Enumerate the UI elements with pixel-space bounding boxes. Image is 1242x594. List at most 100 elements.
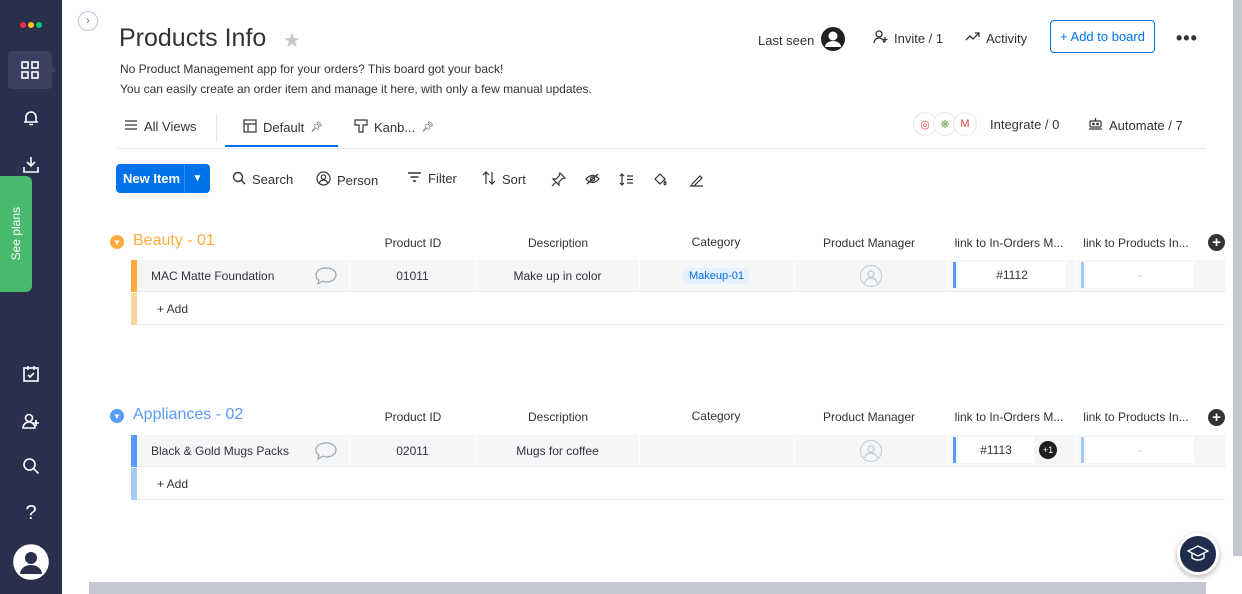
favorite-star-icon[interactable]: ★: [283, 28, 301, 53]
user-avatar-icon[interactable]: [12, 543, 50, 581]
column-header-description[interactable]: Description: [478, 236, 638, 250]
tab-default[interactable]: Default 📌︎: [243, 119, 323, 136]
column-header-product-id[interactable]: Product ID: [353, 410, 473, 424]
column-header-product-manager[interactable]: Product Manager: [794, 236, 944, 250]
product-id-cell[interactable]: 01011: [349, 260, 475, 291]
linked-item-empty[interactable]: -: [1086, 437, 1194, 463]
product-manager-cell[interactable]: [794, 435, 946, 466]
category-cell[interactable]: Makeup-01: [639, 260, 793, 291]
group-collapse-icon[interactable]: ▼: [110, 409, 124, 423]
category-tag[interactable]: Makeup-01: [682, 267, 751, 284]
search-label: Search: [252, 172, 294, 187]
add-column-plus-icon[interactable]: +: [1208, 409, 1225, 426]
linked-item-label[interactable]: #1112: [958, 262, 1066, 288]
more-options-icon[interactable]: •••: [1176, 28, 1198, 49]
new-item-label: New Item: [123, 171, 181, 186]
linked-item-empty[interactable]: -: [1086, 262, 1194, 288]
comment-bubble-icon[interactable]: [303, 260, 348, 291]
invite-button[interactable]: Invite / 1: [873, 29, 943, 47]
vertical-scrollbar[interactable]: [1233, 0, 1242, 556]
linked-item-label[interactable]: #1113: [958, 437, 1034, 463]
gmail-icon: M: [953, 112, 977, 136]
format-pen-icon[interactable]: [688, 171, 704, 187]
link-bar: [1081, 437, 1084, 463]
link-bar: [953, 437, 956, 463]
color-fill-bucket-icon[interactable]: [652, 171, 668, 187]
board-title[interactable]: Products Info: [119, 24, 266, 53]
column-header-link-products[interactable]: link to Products In...: [1074, 236, 1198, 250]
column-header-description[interactable]: Description: [478, 410, 638, 424]
link-in-orders-cell[interactable]: #1113 +1: [947, 435, 1075, 466]
bell-icon[interactable]: [16, 103, 46, 133]
comment-bubble-icon[interactable]: [303, 435, 348, 466]
activity-button[interactable]: Activity: [965, 29, 1027, 47]
column-header-link-products[interactable]: link to Products In...: [1074, 410, 1198, 424]
left-rail: See plans ?: [0, 0, 62, 594]
tab-kanban[interactable]: Kanb... 📌︎: [354, 119, 434, 136]
link-products-cell[interactable]: -: [1076, 435, 1200, 466]
person-label: Person: [337, 172, 379, 188]
monday-logo-icon[interactable]: [16, 6, 46, 36]
column-header-category[interactable]: Category: [640, 235, 792, 249]
new-item-button[interactable]: New Item ▼: [116, 164, 210, 193]
link-products-cell[interactable]: -: [1076, 260, 1200, 291]
table-icon: [243, 119, 257, 136]
chevron-down-icon[interactable]: ▼: [184, 164, 210, 193]
column-header-category[interactable]: Category: [640, 409, 792, 423]
add-item-label[interactable]: + Add: [157, 477, 188, 491]
automate-button[interactable]: Automate / 7: [1088, 117, 1183, 133]
filter-label: Filter: [428, 171, 457, 186]
column-header-product-id[interactable]: Product ID: [353, 236, 473, 250]
group-title-appliances[interactable]: Appliances - 02: [133, 406, 243, 424]
hide-columns-eye-icon[interactable]: [584, 171, 600, 187]
workspace-icon[interactable]: [8, 51, 56, 89]
last-seen[interactable]: Last seen: [758, 26, 846, 55]
pin-columns-icon[interactable]: [550, 171, 566, 187]
product-manager-cell[interactable]: [794, 260, 946, 291]
tab-all-views[interactable]: All Views: [124, 119, 197, 134]
table-row[interactable]: MAC Matte Foundation 01011 Make up in co…: [131, 260, 1225, 292]
more-links-badge[interactable]: +1: [1039, 441, 1057, 459]
category-cell[interactable]: [639, 435, 793, 466]
integrate-button[interactable]: Integrate / 0: [990, 117, 1059, 132]
collapse-sidebar-button[interactable]: ›: [78, 11, 98, 31]
product-id-cell[interactable]: 02011: [349, 435, 475, 466]
column-header-link-in-orders[interactable]: link to In-Orders M...: [946, 410, 1072, 424]
description-cell[interactable]: Mugs for coffee: [476, 435, 638, 466]
board-description-line-1: No Product Management app for your order…: [120, 62, 504, 76]
search-icon[interactable]: [16, 451, 46, 481]
person-filter-button[interactable]: Person: [316, 171, 378, 189]
add-item-row[interactable]: + Add: [131, 468, 1225, 500]
add-item-label[interactable]: + Add: [157, 302, 188, 316]
table-row[interactable]: Black & Gold Mugs Packs 02011 Mugs for c…: [131, 435, 1225, 467]
add-to-board-button[interactable]: + Add to board: [1050, 20, 1155, 53]
search-button[interactable]: Search: [232, 171, 293, 188]
pin-icon: 📌︎: [421, 122, 434, 133]
calendar-check-icon[interactable]: [16, 359, 46, 389]
group-color-bar: [131, 468, 137, 500]
person-placeholder-icon: [859, 439, 882, 462]
invite-members-icon[interactable]: [16, 406, 46, 436]
group-title-beauty[interactable]: Beauty - 01: [133, 232, 215, 250]
filter-button[interactable]: Filter: [407, 171, 457, 186]
activity-label: Activity: [986, 30, 1028, 46]
row-height-icon[interactable]: [618, 171, 634, 187]
invite-label: Invite / 1: [894, 30, 944, 46]
pin-icon: 📌︎: [310, 122, 323, 133]
column-header-link-in-orders[interactable]: link to In-Orders M...: [946, 236, 1072, 250]
link-bar: [1081, 262, 1084, 288]
kanban-icon: [354, 119, 368, 136]
link-in-orders-cell[interactable]: #1112: [947, 260, 1075, 291]
add-column-plus-icon[interactable]: +: [1208, 234, 1225, 251]
sort-button[interactable]: Sort: [482, 171, 526, 188]
description-cell[interactable]: Make up in color: [476, 260, 638, 291]
see-plans-button[interactable]: See plans: [0, 176, 32, 292]
group-collapse-icon[interactable]: ▼: [110, 235, 124, 249]
column-header-product-manager[interactable]: Product Manager: [794, 410, 944, 424]
help-question-icon[interactable]: ?: [16, 498, 46, 528]
add-item-row[interactable]: + Add: [131, 293, 1225, 325]
robot-icon: [1088, 117, 1103, 133]
horizontal-scrollbar[interactable]: [89, 582, 1206, 594]
integration-app-icons[interactable]: ◎ ❋ M: [913, 112, 977, 136]
learning-center-graduation-cap-icon[interactable]: [1177, 533, 1219, 575]
